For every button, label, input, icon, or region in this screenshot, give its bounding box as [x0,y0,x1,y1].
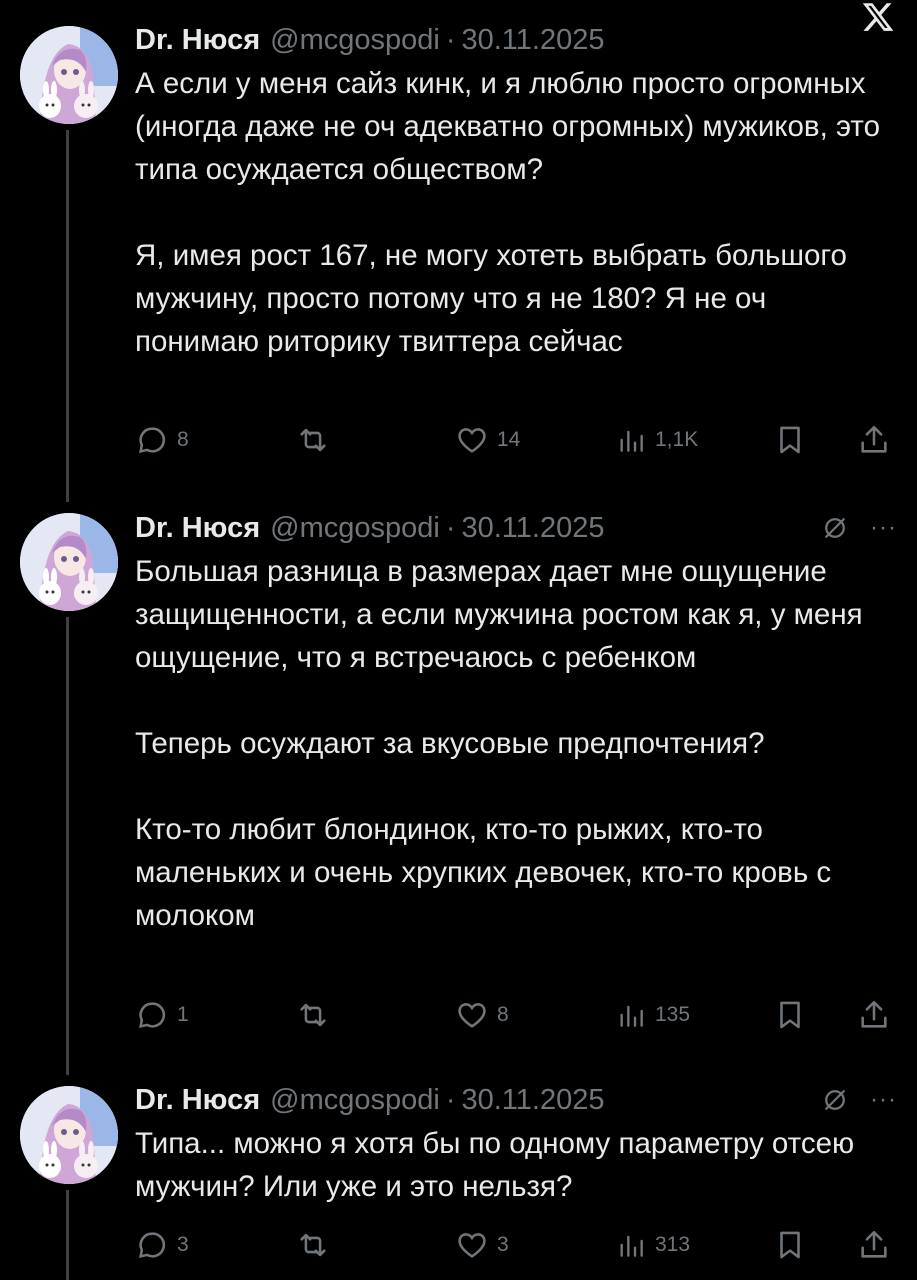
bookmark-icon [780,426,800,454]
tweet-header: Dr. Нюся @mcgospodi · 30.11.2025 [135,1082,897,1118]
author-handle[interactable]: @mcgospodi [270,512,440,545]
reply-icon [139,1002,166,1028]
retweet-icon [300,1003,326,1027]
tweet-paragraph: Большая разница в размерах дает мне ощущ… [135,555,863,674]
author-handle[interactable]: @mcgospodi [270,24,440,57]
author-name[interactable]: Dr. Нюся [135,1084,260,1117]
retweet-icon [300,428,326,452]
views-count: 135 [655,1003,691,1026]
reply-count: 1 [177,1003,189,1026]
tweet-actions: 1 8 135 [135,997,895,1033]
separator-dot: · [445,1083,456,1116]
separator-dot: · [445,23,456,56]
share-icon [861,1230,887,1258]
author-name[interactable]: Dr. Нюся [135,512,260,545]
tweet-date[interactable]: 30.11.2025 [461,1084,604,1117]
share-button[interactable] [857,1227,891,1263]
tweet-actions: 3 3 313 [135,1227,895,1263]
grok-icon[interactable] [820,1085,850,1115]
tweet-paragraph: Типа... можно я хотя бы по одному параме… [135,1127,855,1203]
tweet-text: Большая разница в размерах дает мне ощущ… [135,550,897,937]
bookmark-button[interactable] [773,997,807,1033]
reply-icon [139,1232,166,1258]
share-button[interactable] [857,422,891,458]
analytics-icon [620,1235,643,1257]
like-button[interactable]: 8 [455,997,509,1033]
retweet-icon [300,1233,326,1257]
heart-icon [458,1233,486,1258]
share-button[interactable] [857,997,891,1033]
views-count: 1,1K [655,428,699,451]
tweet[interactable]: Dr. Нюся @mcgospodi · 30.11.2025 Большая… [0,500,917,1070]
tweet-header: Dr. Нюся @mcgospodi · 30.11.2025 [135,510,897,546]
tweet-paragraph: А если у меня сайз кинк, и я люблю прост… [135,67,880,186]
tweet-actions: 8 14 1,1K [135,422,895,458]
separator-dot: · [445,511,456,544]
like-count: 14 [497,428,521,451]
grok-icon[interactable] [820,513,850,543]
share-icon [861,1000,887,1028]
views-button[interactable]: 1,1K [615,422,698,458]
like-count: 8 [497,1003,509,1026]
views-button[interactable]: 135 [615,997,690,1033]
like-button[interactable]: 3 [455,1227,509,1263]
more-options-icon[interactable]: ··· [870,1088,897,1112]
reply-button[interactable]: 3 [135,1227,189,1263]
tweet[interactable]: Dr. Нюся @mcgospodi · 30.11.2025 Типа...… [0,1070,917,1280]
views-count: 313 [655,1233,691,1256]
author-name[interactable]: Dr. Нюся [135,24,260,57]
reply-icon [139,427,166,453]
bookmark-icon [780,1231,800,1259]
tweet-paragraph: Я, имея рост 167, не могу хотеть выбрать… [135,239,847,358]
tweet-date[interactable]: 30.11.2025 [461,512,604,545]
avatar[interactable] [20,513,118,611]
tweet-text: Типа... можно я хотя бы по одному параме… [135,1122,897,1208]
analytics-icon [620,430,643,452]
analytics-icon [620,1005,643,1027]
share-icon [861,425,887,453]
bookmark-button[interactable] [773,422,807,458]
avatar[interactable] [20,1086,118,1184]
x-logo-icon[interactable] [861,0,895,34]
tweet-header: Dr. Нюся @mcgospodi · 30.11.2025 [135,22,897,58]
tweet-date[interactable]: 30.11.2025 [461,24,604,57]
tweet-paragraph: Теперь осуждают за вкусовые предпочтения… [135,727,765,760]
avatar[interactable] [20,26,118,124]
like-button[interactable]: 14 [455,422,520,458]
tweet-text: А если у меня сайз кинк, и я люблю прост… [135,62,897,363]
retweet-button[interactable] [295,422,339,458]
like-count: 3 [497,1233,509,1256]
retweet-button[interactable] [295,1227,339,1263]
views-button[interactable]: 313 [615,1227,690,1263]
heart-icon [458,1003,486,1028]
heart-icon [458,428,486,453]
reply-count: 3 [177,1233,189,1256]
retweet-button[interactable] [295,997,339,1033]
reply-button[interactable]: 8 [135,422,189,458]
reply-count: 8 [177,428,189,451]
tweet[interactable]: Dr. Нюся @mcgospodi · 30.11.2025 А если … [0,0,917,500]
reply-button[interactable]: 1 [135,997,189,1033]
more-options-icon[interactable]: ··· [870,516,897,540]
tweet-paragraph: Кто-то любит блондинок, кто-то рыжих, кт… [135,813,832,932]
bookmark-icon [780,1001,800,1029]
author-handle[interactable]: @mcgospodi [270,1084,440,1117]
bookmark-button[interactable] [773,1227,807,1263]
